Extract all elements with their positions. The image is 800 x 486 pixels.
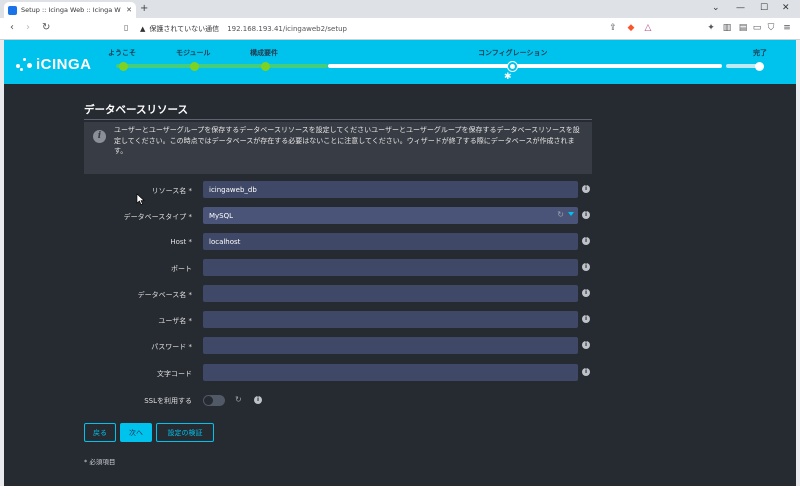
browser-tab-bar: Setup :: Icinga Web :: Icinga W ✕ + ⌄ — …: [0, 0, 800, 18]
progress-track-done: [116, 64, 328, 68]
host-info-icon[interactable]: i: [582, 237, 590, 245]
warning-triangle-icon: ▲: [140, 25, 146, 33]
browser-tab[interactable]: Setup :: Icinga Web :: Icinga W ✕: [4, 2, 136, 18]
progress-track-config: [328, 64, 722, 68]
validate-config-button[interactable]: 設定の検証: [156, 423, 214, 442]
step-label-requirements: 構成要件: [250, 49, 278, 57]
back-button[interactable]: 戻る: [84, 423, 116, 442]
bookmark-icon[interactable]: ▯: [124, 23, 128, 32]
icinga-logo: iCINGA: [16, 56, 92, 73]
icinga-setup-app: iCINGA ようこそ モジュール 構成要件 コンフィグレーション 完了 ✱ デ…: [4, 40, 796, 486]
toggle-knob: [204, 396, 213, 405]
password-info-icon[interactable]: i: [582, 341, 590, 349]
username-input[interactable]: [203, 311, 578, 328]
password-input[interactable]: [203, 337, 578, 354]
chevron-down-icon: [568, 212, 574, 216]
icinga-favicon-icon: [8, 5, 17, 15]
title-divider: [84, 119, 592, 120]
brave-rewards-icon[interactable]: △: [643, 23, 653, 33]
wallet-icon[interactable]: ▭: [752, 23, 762, 33]
label-host: Host *: [170, 238, 192, 246]
browser-toolbar: ‹ › ↻ ▯ ▲ 保護されていない通信 192.168.193.41/icin…: [0, 18, 800, 40]
database-name-info-icon[interactable]: i: [582, 289, 590, 297]
back-arrow-icon[interactable]: ‹: [10, 22, 14, 33]
step-dot-requirements: [261, 61, 270, 71]
label-database-type: データベースタイプ *: [123, 213, 192, 221]
tab-title: Setup :: Icinga Web :: Icinga W: [21, 6, 121, 14]
use-ssl-info-icon[interactable]: i: [254, 396, 262, 404]
next-button[interactable]: 次へ: [120, 423, 152, 442]
step-dot-configuration: [508, 61, 517, 71]
charset-info-icon[interactable]: i: [582, 368, 590, 376]
mouse-pointer-icon: [136, 193, 145, 205]
icinga-logo-icon: [16, 57, 32, 72]
label-password: パスワード *: [151, 343, 192, 351]
database-type-select[interactable]: MySQL ↻: [203, 207, 578, 224]
tab-close-icon[interactable]: ✕: [126, 6, 132, 14]
page-title: データベースリソース: [84, 104, 188, 116]
new-tab-button[interactable]: +: [140, 3, 148, 14]
setup-header: iCINGA ようこそ モジュール 構成要件 コンフィグレーション 完了 ✱: [4, 40, 796, 84]
reload-icon[interactable]: ↻: [42, 22, 50, 33]
brave-shield-icon[interactable]: ◆: [626, 23, 636, 33]
database-name-input[interactable]: [203, 285, 578, 302]
label-database-name: データベース名 *: [137, 291, 192, 299]
minimize-button[interactable]: —: [736, 3, 745, 13]
info-box: i ユーザーとユーザーグループを保存するデータベースリソースを設定してくださいユ…: [84, 122, 592, 174]
maximize-button[interactable]: ☐: [760, 3, 768, 13]
sidebar-icon[interactable]: ▥: [722, 23, 732, 33]
step-dot-finish: [755, 61, 764, 71]
step-pointer-icon: ✱: [504, 72, 512, 82]
label-use-ssl: SSLを利用する: [144, 397, 192, 405]
forward-arrow-icon[interactable]: ›: [26, 22, 30, 33]
info-text: ユーザーとユーザーグループを保存するデータベースリソースを設定してくださいユーザ…: [114, 126, 580, 155]
label-port: ポート: [171, 265, 192, 273]
logo-text: iCINGA: [36, 56, 92, 73]
info-icon: i: [93, 130, 106, 143]
host-input[interactable]: localhost: [203, 233, 578, 250]
window-close-button[interactable]: ✕: [782, 3, 790, 13]
label-charset: 文字コード: [157, 370, 192, 378]
tab-search-icon[interactable]: ⌄: [712, 3, 720, 13]
database-type-value: MySQL: [209, 211, 234, 220]
security-warning-text: 保護されていない通信: [149, 25, 220, 33]
share-icon[interactable]: ⇪: [608, 23, 618, 33]
username-info-icon[interactable]: i: [582, 315, 590, 323]
url-text: 192.168.193.41/icingaweb2/setup: [227, 25, 347, 33]
step-dot-modules: [190, 61, 199, 71]
step-dot-welcome: [119, 61, 128, 71]
step-label-finish: 完了: [753, 49, 767, 57]
label-username: ユーザ名 *: [158, 317, 192, 325]
use-ssl-toggle[interactable]: [203, 395, 225, 406]
tab-grid-icon[interactable]: ▤: [738, 23, 748, 33]
step-label-configuration: コンフィグレーション: [478, 49, 548, 57]
resource-name-info-icon[interactable]: i: [582, 185, 590, 193]
vpn-shield-icon[interactable]: ⛉: [766, 23, 776, 33]
menu-icon[interactable]: ≡: [782, 23, 792, 33]
select-reload-icon: ↻: [557, 210, 564, 219]
charset-input[interactable]: [203, 364, 578, 381]
extensions-icon[interactable]: ✦: [706, 23, 716, 33]
required-note: * 必須項目: [84, 458, 116, 466]
ssl-reload-icon: ↻: [235, 395, 242, 404]
step-label-welcome: ようこそ: [108, 49, 136, 57]
resource-name-input[interactable]: icingaweb_db: [203, 181, 578, 198]
port-input[interactable]: [203, 259, 578, 276]
port-info-icon[interactable]: i: [582, 263, 590, 271]
address-bar[interactable]: ▲ 保護されていない通信 192.168.193.41/icingaweb2/s…: [140, 22, 602, 36]
step-label-modules: モジュール: [176, 49, 211, 57]
database-type-info-icon[interactable]: i: [582, 211, 590, 219]
